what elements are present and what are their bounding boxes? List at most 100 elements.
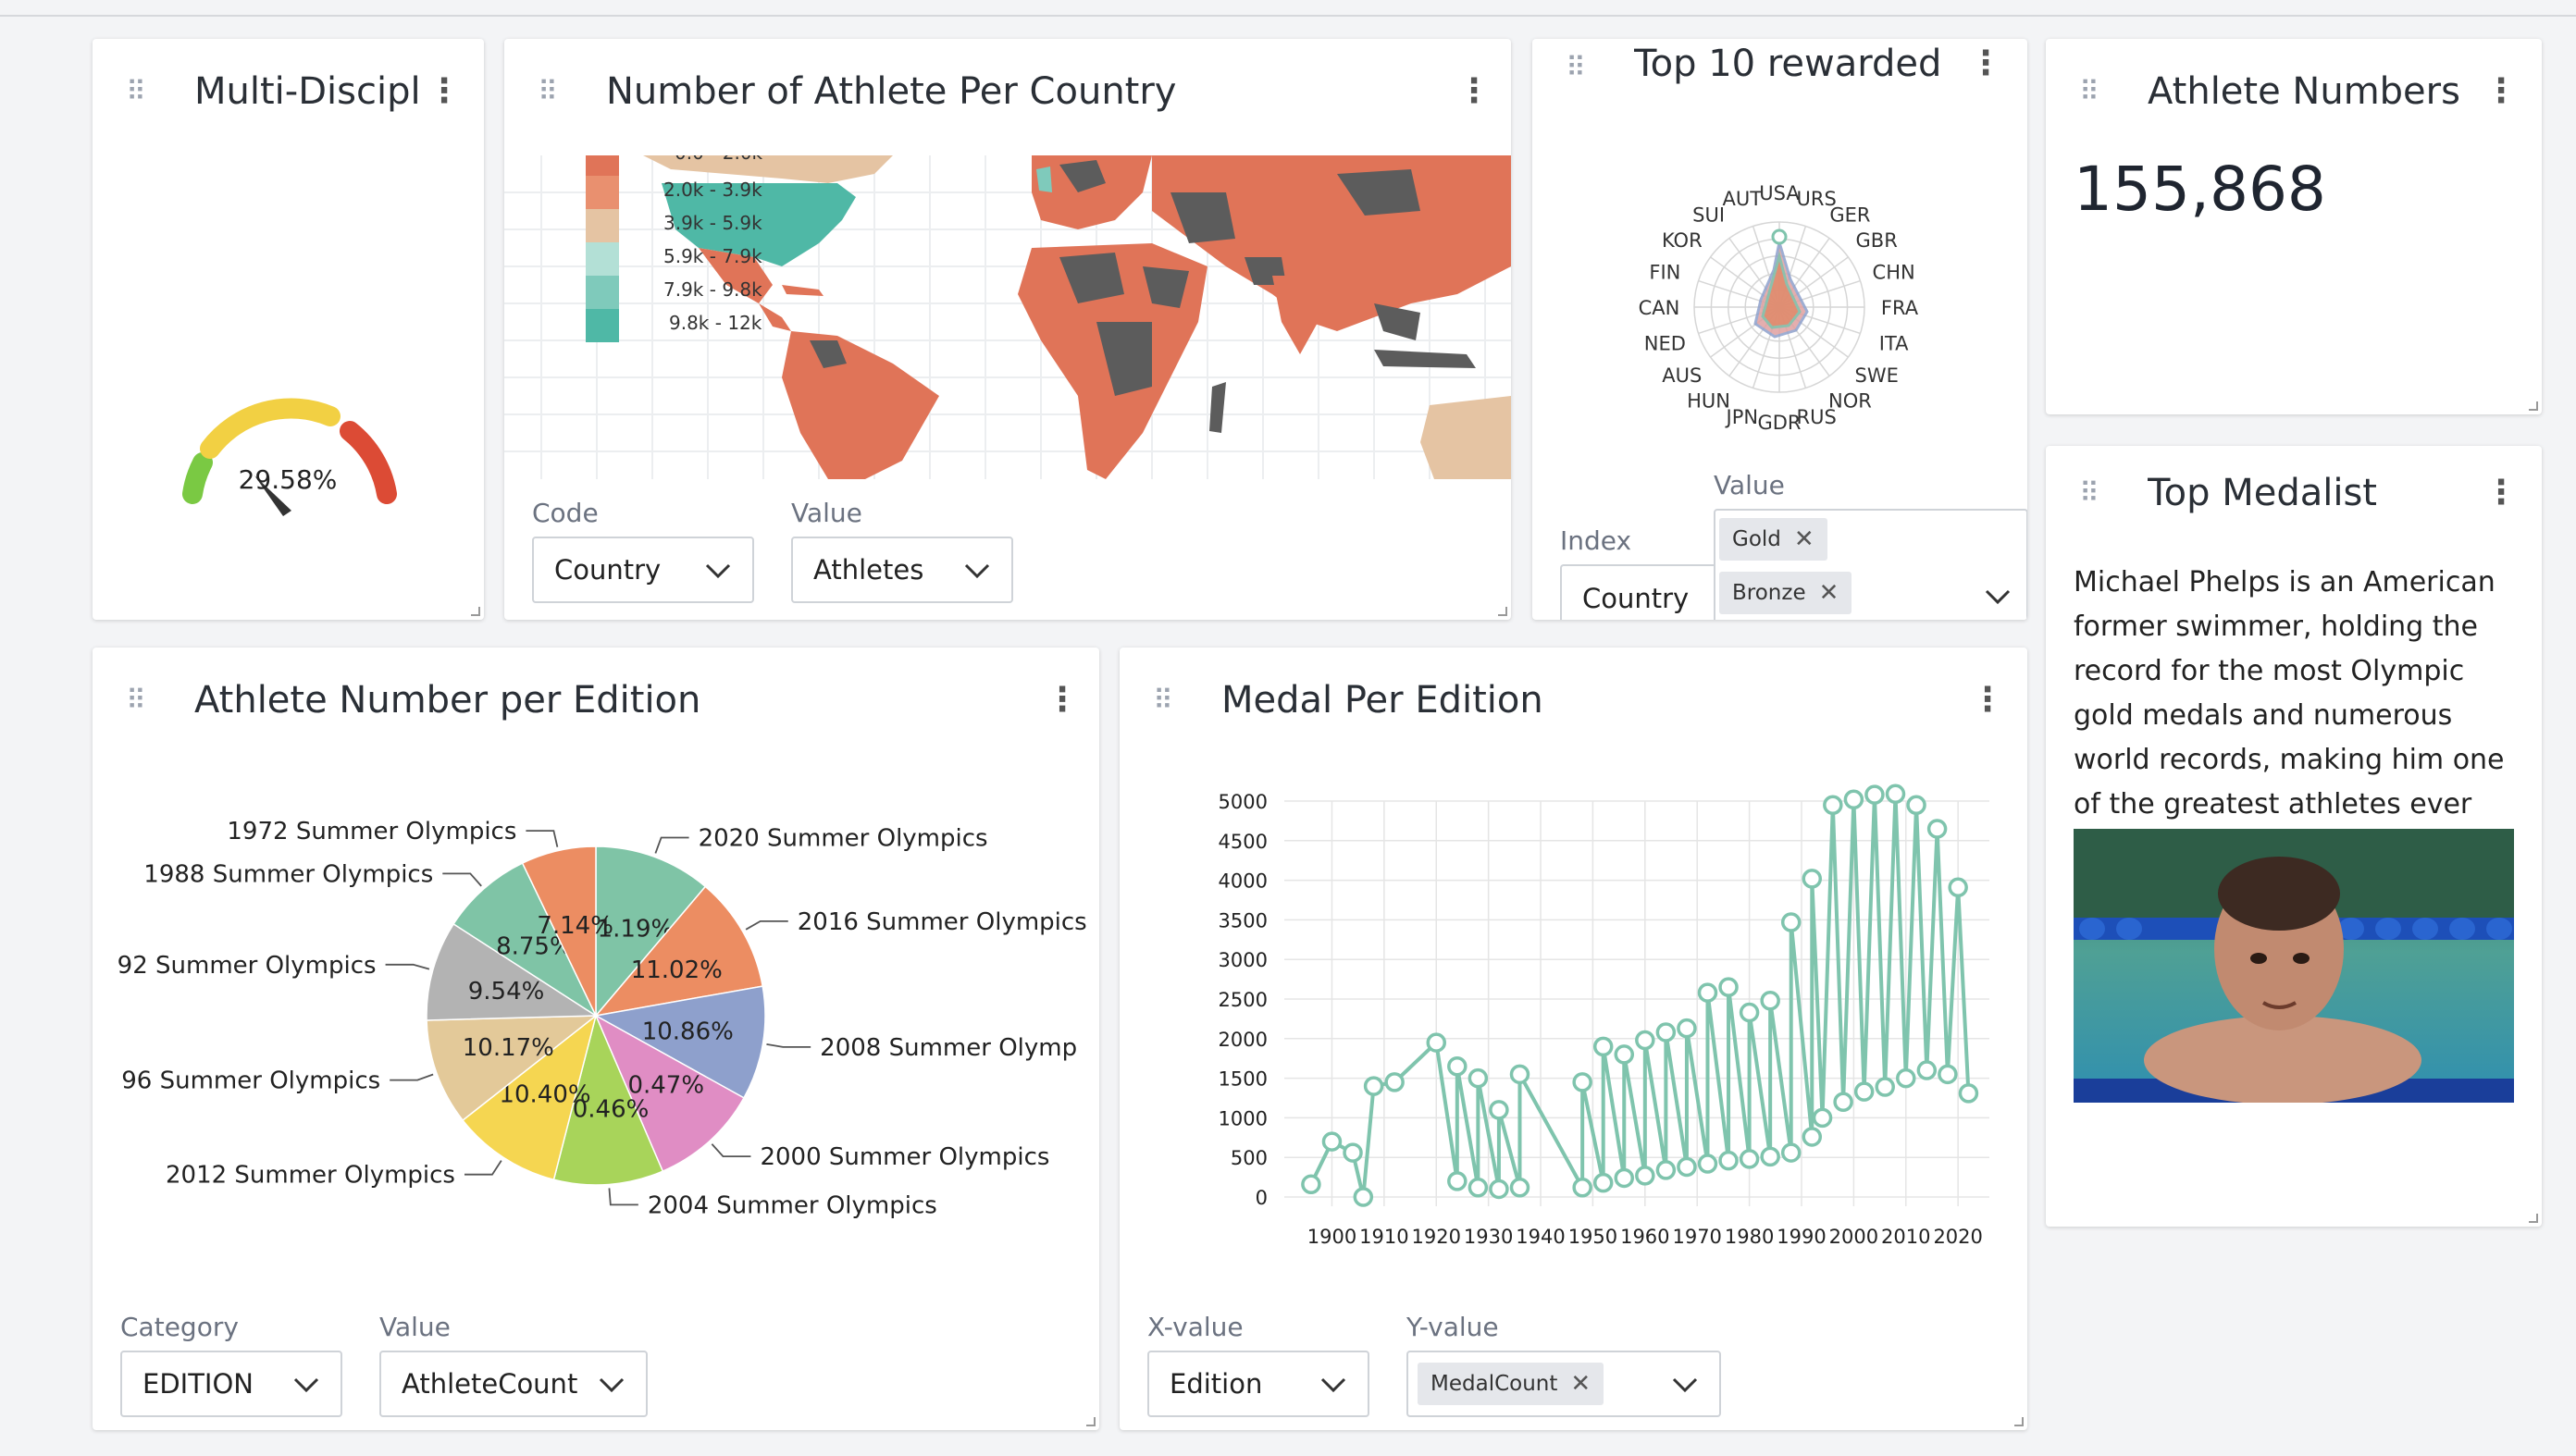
radar-axis-label: GDR — [1757, 412, 1801, 434]
more-options-icon[interactable]: ⋮ — [2484, 72, 2518, 110]
medal-data-point — [1885, 784, 1906, 805]
medal-data-point — [1833, 1092, 1853, 1113]
medal-data-point — [1802, 1127, 1823, 1147]
pie-category-label: 1988 Summer Olympics — [143, 860, 433, 888]
chevron-down-icon — [1672, 1377, 1698, 1393]
code-select[interactable]: Country — [532, 537, 754, 603]
gauge-yellow-arc — [200, 398, 341, 459]
medal-data-point — [1718, 977, 1739, 997]
radar-point — [1771, 228, 1788, 245]
medal-data-point — [1780, 1142, 1802, 1163]
value-select[interactable]: AthleteCount — [379, 1351, 648, 1417]
resize-handle[interactable] — [1086, 1417, 1096, 1426]
more-options-icon[interactable]: ⋮ — [1969, 44, 2002, 82]
medal-data-point — [1635, 1030, 1655, 1051]
more-options-icon[interactable]: ⋮ — [1457, 72, 1491, 110]
chevron-down-icon — [293, 1377, 319, 1393]
card-title: Number of Athlete Per Country — [606, 70, 1177, 113]
card-title: Top 10 rewarded C — [1634, 43, 1939, 85]
x-tick-label: 1950 — [1568, 1226, 1617, 1248]
medal-data-point — [1812, 1107, 1833, 1129]
medal-data-point — [1958, 1083, 1979, 1104]
chevron-down-icon — [1320, 1377, 1346, 1393]
x-value-field-label: X-value — [1147, 1312, 1244, 1342]
index-select-value: Country — [1582, 583, 1690, 614]
legend-label: 2.0k - 3.9k — [663, 179, 762, 201]
category-select-value: EDITION — [142, 1368, 254, 1400]
radar-axis-label: FRA — [1881, 297, 1919, 319]
medal-data-point — [1780, 912, 1802, 932]
legend-label: 9.8k - 12k — [669, 312, 762, 334]
drag-handle-icon[interactable]: ⠿ — [126, 685, 146, 717]
y-tick-label: 500 — [1231, 1147, 1268, 1169]
radar-axis-label: ITA — [1879, 332, 1909, 354]
close-icon[interactable]: ✕ — [1794, 525, 1814, 553]
medal-series-line — [1309, 794, 1971, 1198]
y-value-chip: MedalCount ✕ — [1418, 1363, 1604, 1405]
value-select[interactable]: Athletes — [791, 537, 1013, 603]
medal-data-point — [1697, 982, 1718, 1003]
resize-handle[interactable] — [2014, 1417, 2024, 1426]
medal-data-point — [1343, 1142, 1363, 1163]
more-options-icon[interactable]: ⋮ — [1046, 681, 1079, 719]
medal-data-point — [1426, 1032, 1447, 1053]
x-tick-label: 1920 — [1412, 1226, 1461, 1248]
resize-handle[interactable] — [2529, 401, 2538, 411]
x-tick-label: 2010 — [1881, 1226, 1930, 1248]
medal-data-point — [1760, 990, 1780, 1011]
radar-axis-label: SUI — [1692, 204, 1725, 227]
close-icon[interactable]: ✕ — [1819, 579, 1839, 607]
resize-handle[interactable] — [1498, 607, 1507, 616]
resize-handle[interactable] — [471, 607, 480, 616]
y-value-select[interactable]: MedalCount ✕ — [1406, 1351, 1721, 1417]
category-field-label: Category — [120, 1312, 239, 1342]
drag-handle-icon[interactable]: ⠿ — [126, 76, 146, 108]
y-tick-label: 1000 — [1219, 1107, 1268, 1129]
index-select[interactable]: Country — [1560, 564, 1717, 620]
value-multiselect[interactable]: Gold ✕ Bronze ✕ — [1714, 509, 2027, 620]
x-tick-label: 1910 — [1359, 1226, 1408, 1248]
chevron-down-icon[interactable] — [1984, 583, 2012, 611]
drag-handle-icon[interactable]: ⠿ — [1566, 52, 1586, 84]
medalist-photo — [2074, 829, 2514, 1103]
drag-handle-icon[interactable]: ⠿ — [2079, 76, 2099, 108]
drag-handle-icon[interactable]: ⠿ — [1153, 685, 1173, 717]
gauge-green-arc — [182, 452, 213, 504]
y-tick-label: 4500 — [1219, 831, 1268, 853]
resize-handle[interactable] — [2529, 1214, 2538, 1223]
x-value-select[interactable]: Edition — [1147, 1351, 1369, 1417]
card-title: Athlete Number per Edition — [194, 679, 701, 722]
medal-data-point — [1853, 1081, 1875, 1102]
close-icon[interactable]: ✕ — [1570, 1370, 1591, 1398]
pie-chart: 11.19%2020 Summer Olympics11.02%2016 Sum… — [118, 818, 1087, 1219]
pie-leader-line — [745, 919, 788, 931]
pie-card: ⠿ Athlete Number per Edition ⋮ 11.19% 202… — [93, 648, 1099, 1430]
chevron-down-icon — [705, 563, 731, 579]
medal-data-point — [1301, 1174, 1321, 1195]
medal-data-point — [1677, 1156, 1697, 1178]
top-medalist-card: ⠿ Top Medalist ⋮ Michael Phelps is an Am… — [2046, 446, 2542, 1227]
pie-value-label: 10.17% — [463, 1034, 554, 1062]
x-tick-label: 1970 — [1672, 1226, 1721, 1248]
more-options-icon[interactable]: ⋮ — [427, 72, 461, 110]
pie-leader-line — [766, 1043, 811, 1048]
pie-value-label: 7.14% — [537, 912, 613, 940]
y-tick-label: 3500 — [1219, 909, 1268, 932]
medal-data-point — [1509, 1177, 1530, 1198]
more-options-icon[interactable]: ⋮ — [1971, 681, 2004, 719]
category-select[interactable]: EDITION — [120, 1351, 342, 1417]
medal-data-point — [1677, 1018, 1697, 1039]
medal-data-point — [1697, 1154, 1718, 1174]
drag-handle-icon[interactable]: ⠿ — [2079, 477, 2099, 510]
more-options-icon[interactable]: ⋮ — [2484, 474, 2518, 512]
code-select-value: Country — [554, 554, 662, 586]
pie-value-label: 10.40% — [499, 1080, 590, 1108]
radar-axis-label: CAN — [1639, 297, 1680, 319]
medal-data-point — [1864, 784, 1885, 805]
y-tick-label: 2500 — [1219, 989, 1268, 1011]
x-tick-label: 1900 — [1307, 1226, 1356, 1248]
medal-data-point — [1635, 1166, 1655, 1186]
medal-data-point — [1823, 795, 1843, 816]
drag-handle-icon[interactable]: ⠿ — [538, 76, 558, 108]
medal-data-point — [1896, 1067, 1916, 1089]
